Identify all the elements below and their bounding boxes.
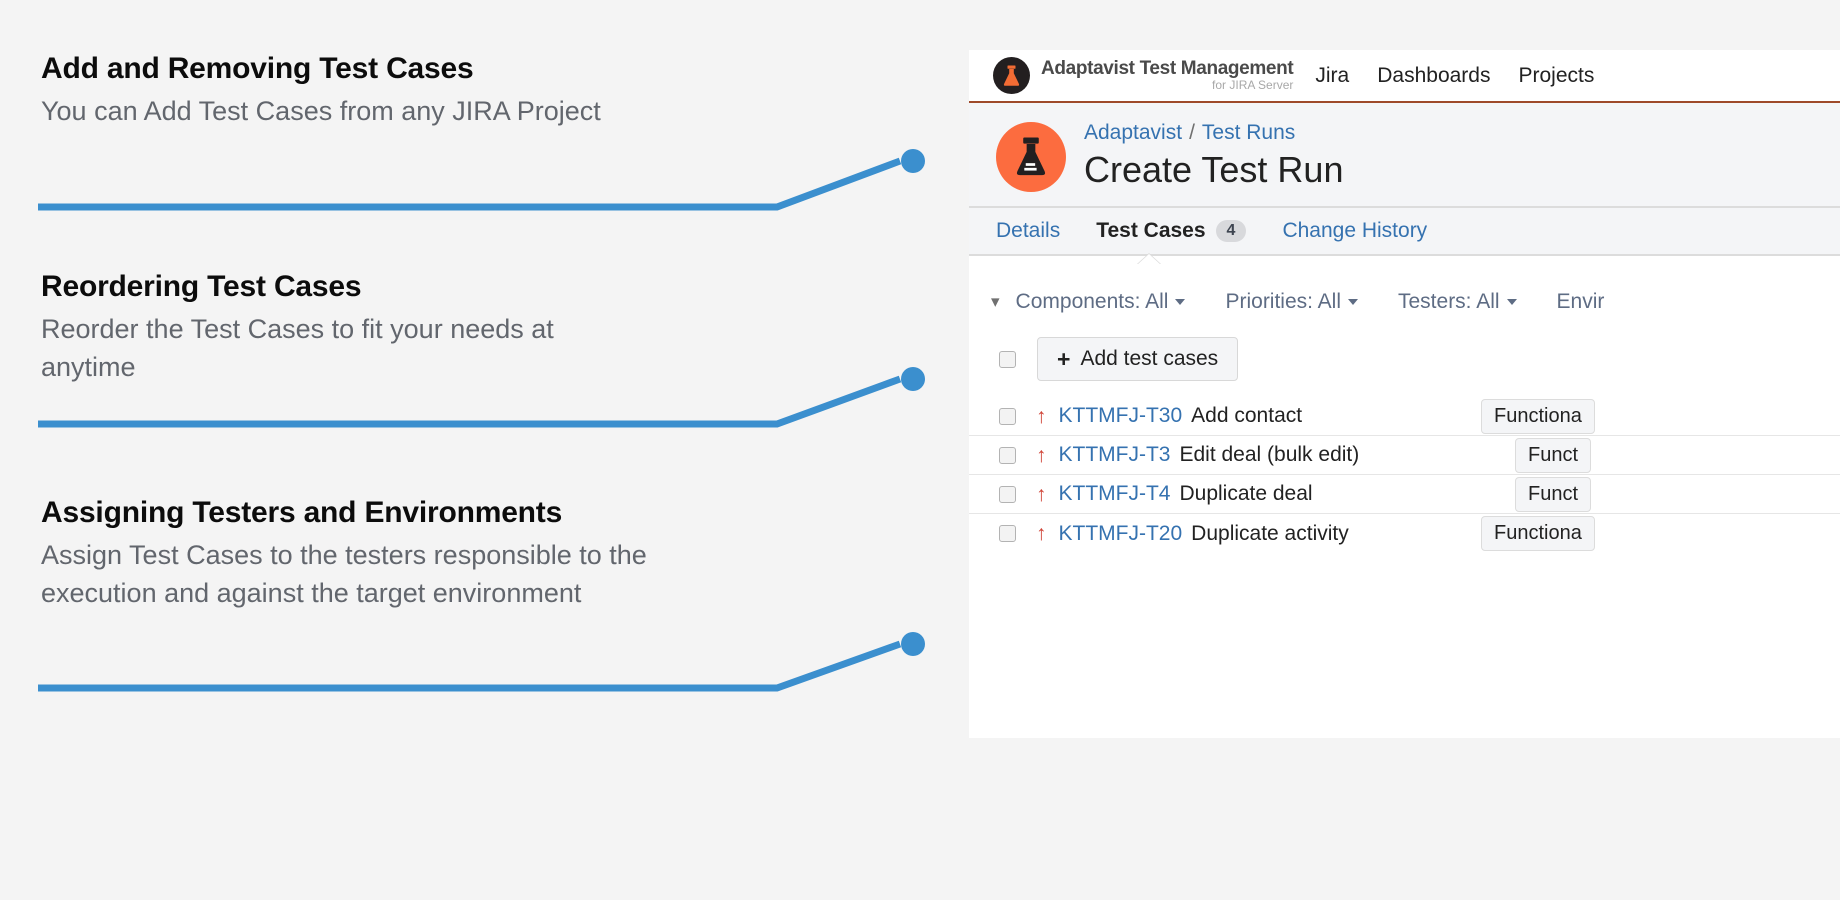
- brand-lockup: Adaptavist Test Management for JIRA Serv…: [1041, 59, 1293, 92]
- filter-overflow-caret-icon[interactable]: ▾: [991, 292, 1000, 312]
- test-case-key[interactable]: KTTMFJ-T30: [1059, 404, 1183, 428]
- table-row[interactable]: ↑ KTTMFJ-T4 Duplicate deal Funct: [969, 475, 1840, 514]
- filter-components-label: Components: All: [1016, 290, 1169, 313]
- test-case-summary: Edit deal (bulk edit): [1179, 443, 1359, 467]
- row-checkbox[interactable]: [999, 486, 1016, 503]
- tab-test-cases-label: Test Cases: [1096, 219, 1205, 243]
- priority-high-arrow-icon: ↑: [1036, 484, 1047, 505]
- callout-1-title: Add and Removing Test Cases: [41, 52, 741, 86]
- callout-2-body: Reorder the Test Cases to fit your needs…: [41, 310, 641, 387]
- nav-item-jira[interactable]: Jira: [1315, 64, 1349, 88]
- flask-icon: [993, 57, 1030, 94]
- row-checkbox[interactable]: [999, 447, 1016, 464]
- filter-environments[interactable]: Envir: [1557, 290, 1605, 314]
- filter-bar: ▾ Components: All Priorities: All Tester…: [969, 281, 1840, 323]
- row-checkbox[interactable]: [999, 525, 1016, 542]
- connector-3: [38, 632, 925, 688]
- product-nav-bar: Adaptavist Test Management for JIRA Serv…: [969, 50, 1840, 103]
- add-test-cases-label: Add test cases: [1080, 347, 1218, 371]
- table-row[interactable]: ↑ KTTMFJ-T3 Edit deal (bulk edit) Funct: [969, 436, 1840, 475]
- test-case-key[interactable]: KTTMFJ-T3: [1059, 443, 1171, 467]
- test-case-list: ↑ KTTMFJ-T30 Add contact Functiona ↑ KTT…: [969, 397, 1840, 553]
- header-text-block: Adaptavist / Test Runs Create Test Run: [1084, 120, 1343, 192]
- app-screenshot: Adaptavist Test Management for JIRA Serv…: [969, 50, 1840, 738]
- annotation-panel: Add and Removing Test Cases You can Add …: [0, 0, 960, 900]
- test-case-summary: Duplicate deal: [1179, 482, 1312, 506]
- plus-icon: +: [1057, 348, 1070, 371]
- test-case-key[interactable]: KTTMFJ-T20: [1059, 522, 1183, 546]
- callout-2: Reordering Test Cases Reorder the Test C…: [41, 270, 741, 387]
- breadcrumb-project[interactable]: Adaptavist: [1084, 121, 1182, 144]
- page-title: Create Test Run: [1084, 149, 1343, 191]
- callout-3: Assigning Testers and Environments Assig…: [41, 496, 741, 613]
- breadcrumb-section[interactable]: Test Runs: [1202, 121, 1295, 144]
- add-test-cases-button[interactable]: + Add test cases: [1037, 337, 1238, 381]
- tab-bar: Details Test Cases 4 Change History: [969, 206, 1840, 256]
- callout-3-title: Assigning Testers and Environments: [41, 496, 741, 530]
- page-header: Adaptavist / Test Runs Create Test Run: [969, 103, 1840, 206]
- filter-testers[interactable]: Testers: All: [1398, 290, 1517, 314]
- test-case-status[interactable]: Functiona: [1481, 399, 1595, 434]
- callout-1-body: You can Add Test Cases from any JIRA Pro…: [41, 92, 641, 130]
- connector-lines: [0, 0, 960, 900]
- select-all-checkbox[interactable]: [999, 351, 1016, 368]
- avatar: [996, 122, 1066, 192]
- tab-change-history[interactable]: Change History: [1282, 219, 1427, 243]
- callout-3-body: Assign Test Cases to the testers respons…: [41, 536, 651, 613]
- chevron-down-icon: [1348, 299, 1358, 305]
- breadcrumb-separator: /: [1189, 121, 1195, 144]
- connector-1: [38, 149, 925, 207]
- test-case-summary: Add contact: [1191, 404, 1302, 428]
- table-row[interactable]: ↑ KTTMFJ-T20 Duplicate activity Function…: [969, 514, 1840, 553]
- priority-high-arrow-icon: ↑: [1036, 445, 1047, 466]
- row-checkbox[interactable]: [999, 408, 1016, 425]
- chevron-down-icon: [1175, 299, 1185, 305]
- test-case-status[interactable]: Funct: [1515, 477, 1591, 512]
- breadcrumb: Adaptavist / Test Runs: [1084, 120, 1343, 145]
- filter-components[interactable]: Components: All: [1016, 290, 1186, 314]
- filter-testers-label: Testers: All: [1398, 290, 1500, 313]
- chevron-down-icon: [1507, 299, 1517, 305]
- callout-1: Add and Removing Test Cases You can Add …: [41, 52, 741, 130]
- brand-name: Adaptavist Test Management: [1041, 59, 1293, 79]
- nav-item-projects[interactable]: Projects: [1518, 64, 1594, 88]
- filter-priorities-label: Priorities: All: [1225, 290, 1341, 313]
- action-row: + Add test cases: [969, 337, 1840, 381]
- test-cases-panel: ▾ Components: All Priorities: All Tester…: [969, 256, 1840, 553]
- test-case-summary: Duplicate activity: [1191, 522, 1349, 546]
- priority-high-arrow-icon: ↑: [1036, 406, 1047, 427]
- priority-high-arrow-icon: ↑: [1036, 523, 1047, 544]
- table-row[interactable]: ↑ KTTMFJ-T30 Add contact Functiona: [969, 397, 1840, 436]
- filter-priorities[interactable]: Priorities: All: [1225, 290, 1358, 314]
- nav-item-dashboards[interactable]: Dashboards: [1377, 64, 1490, 88]
- tab-test-cases[interactable]: Test Cases 4: [1096, 219, 1246, 243]
- callout-2-title: Reordering Test Cases: [41, 270, 741, 304]
- test-case-status[interactable]: Functiona: [1481, 516, 1595, 551]
- test-case-key[interactable]: KTTMFJ-T4: [1059, 482, 1171, 506]
- active-tab-caret-icon: [1137, 254, 1161, 265]
- tab-test-cases-count: 4: [1216, 220, 1247, 242]
- brand-subtitle: for JIRA Server: [1212, 79, 1293, 92]
- tab-details[interactable]: Details: [996, 219, 1060, 243]
- test-case-status[interactable]: Funct: [1515, 438, 1591, 473]
